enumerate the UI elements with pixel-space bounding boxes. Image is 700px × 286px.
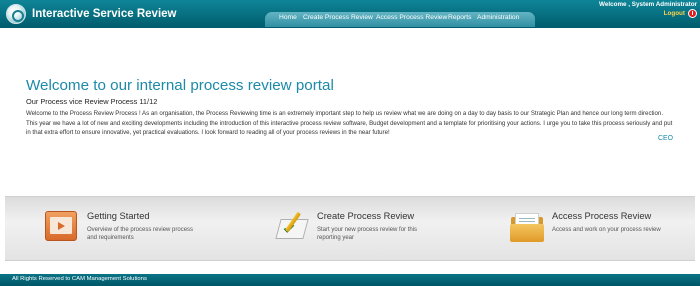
top-header: Interactive Service Review Home Create P… (0, 0, 700, 28)
folder-icon (510, 211, 544, 243)
footer: All Rights Reserved to CAM Management So… (0, 274, 700, 286)
presentation-icon (45, 211, 77, 241)
app-logo-icon (6, 4, 26, 24)
pencil-paper-icon (275, 211, 311, 243)
feature-title[interactable]: Getting Started (87, 211, 150, 221)
feature-access-process-review[interactable]: Access Process Review Access and work on… (510, 211, 680, 251)
logout-link[interactable]: Logout (664, 10, 685, 17)
welcome-user-text: Welcome , System Administrator (599, 1, 697, 8)
feature-description: Overview of the process review process a… (87, 227, 194, 241)
app-title: Interactive Service Review (32, 8, 177, 20)
page-title: Welcome to our internal process review p… (26, 77, 334, 94)
signature: CEO (658, 135, 673, 142)
welcome-message: Welcome to the Process Review Process ! … (26, 110, 673, 136)
nav-administration[interactable]: Administration (477, 14, 519, 21)
feature-description: Start your new process review for this r… (317, 227, 418, 241)
feature-description: Access and work on your process review (552, 227, 661, 233)
feature-getting-started[interactable]: Getting Started Overview of the process … (45, 211, 215, 251)
features-band: Getting Started Overview of the process … (5, 196, 695, 261)
nav-access-process-review[interactable]: Access Process Review (376, 14, 447, 21)
feature-create-process-review[interactable]: Create Process Review Start your new pro… (275, 211, 445, 251)
footer-copyright: All Rights Reserved to CAM Management So… (12, 276, 147, 282)
nav-home[interactable]: Home (279, 14, 297, 21)
power-icon[interactable] (688, 9, 697, 18)
nav-create-process-review[interactable]: Create Process Review (303, 14, 373, 21)
feature-title[interactable]: Access Process Review (552, 211, 651, 221)
nav-reports[interactable]: Reports (448, 14, 471, 21)
main-nav: Home Create Process Review Access Proces… (265, 12, 535, 27)
feature-title[interactable]: Create Process Review (317, 211, 414, 221)
page-subtitle: Our Process vice Review Process 11/12 (26, 97, 158, 106)
